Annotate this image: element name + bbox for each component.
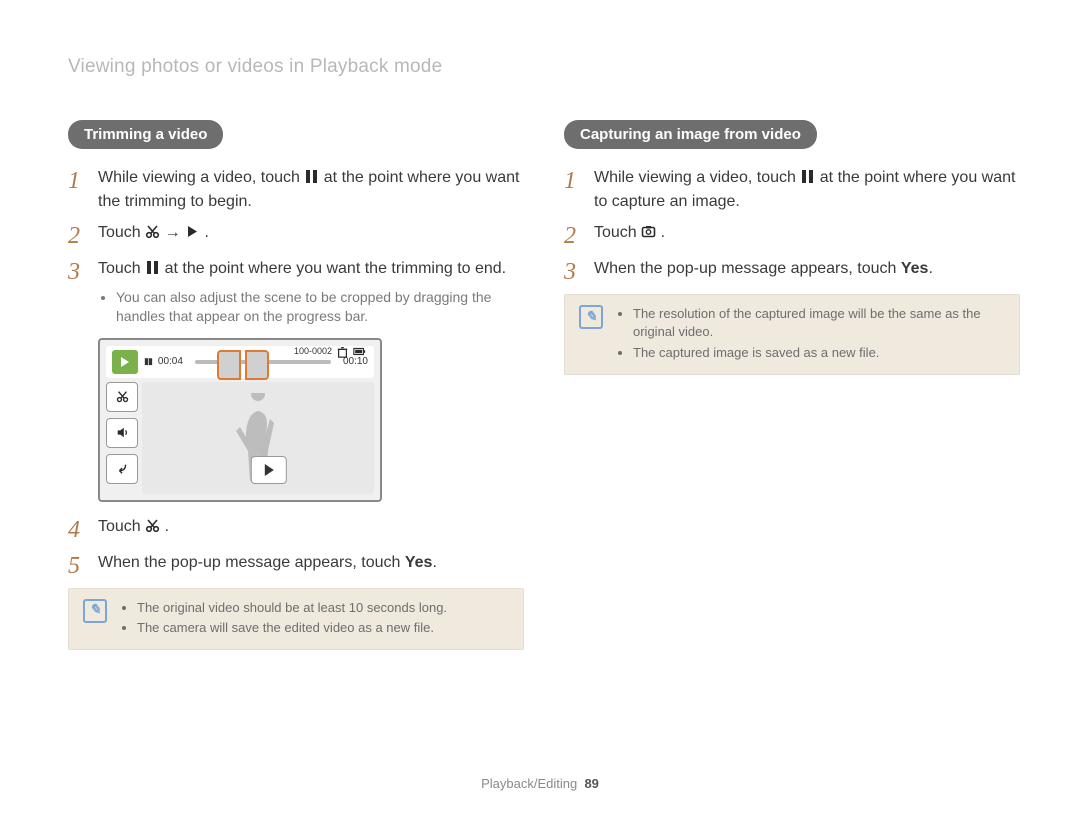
step-text: Touch at the point where you want the tr… [98,258,524,327]
scissors-icon [145,518,160,540]
play-button[interactable] [251,456,287,484]
battery-icon [353,345,366,358]
page-content: Trimming a video 1 While viewing a video… [68,120,1020,650]
step-number: 3 [564,258,582,284]
steps-trimming: 1 While viewing a video, touch at the po… [68,167,524,328]
step-2: 2 Touch → . [68,222,524,248]
step-number: 1 [564,167,582,193]
volume-button[interactable] [106,418,138,448]
page-footer: Playback/Editing 89 [0,776,1080,791]
step-4: 4 Touch . [68,516,524,542]
column-capturing: Capturing an image from video 1 While vi… [564,120,1020,650]
list-item: The camera will save the edited video as… [137,619,447,637]
step-text: Touch . [594,222,1020,246]
elapsed-time: 00:04 [158,356,183,367]
step-number: 3 [68,258,86,284]
steps-trimming-continued: 4 Touch . 5 When the pop-up message appe… [68,516,524,578]
play-icon [185,224,200,246]
step-5: 5 When the pop-up message appears, touch… [68,552,524,578]
step-1: 1 While viewing a video, touch at the po… [68,167,524,212]
file-index: 100-0002 [294,346,332,356]
step-text: While viewing a video, touch at the poin… [594,167,1020,212]
capture-frame-icon [641,224,656,246]
footer-section: Playback/Editing [481,776,577,791]
note-box-capturing: ✎ The resolution of the captured image w… [564,294,1020,375]
back-button[interactable] [106,454,138,484]
page-breadcrumb: Viewing photos or videos in Playback mod… [68,56,442,78]
trim-handle-end[interactable] [245,350,269,380]
screenshot-status-area: 100-0002 [294,345,366,358]
video-trim-screenshot: ▮▮ 00:04 00:10 100-0002 [98,338,382,502]
step-3: 3 Touch at the point where you want the … [68,258,524,327]
list-item: The original video should be at least 10… [137,599,447,617]
pause-icon [800,169,815,191]
steps-capturing: 1 While viewing a video, touch at the po… [564,167,1020,284]
pause-icon [304,169,319,191]
section-title-capturing: Capturing an image from video [564,120,817,149]
note-box-trimming: ✎ The original video should be at least … [68,588,524,650]
note-icon: ✎ [83,599,107,623]
footer-page-number: 89 [584,776,598,791]
column-trimming: Trimming a video 1 While viewing a video… [68,120,524,650]
scissors-button[interactable] [106,382,138,412]
step-text: When the pop-up message appears, touch Y… [98,552,524,574]
total-time: 00:10 [343,356,368,367]
step-text: Touch → . [98,222,524,246]
list-item: You can also adjust the scene to be crop… [116,288,524,326]
step-text: When the pop-up message appears, touch Y… [594,258,1020,280]
step-1: 1 While viewing a video, touch at the po… [564,167,1020,212]
step-2: 2 Touch . [564,222,1020,248]
trash-icon [336,345,349,358]
note-list: The resolution of the captured image wil… [633,305,1005,364]
screenshot-video-area [142,382,374,494]
section-title-trimming: Trimming a video [68,120,223,149]
list-item: The captured image is saved as a new fil… [633,344,1005,362]
step-number: 2 [68,222,86,248]
video-thumbnail [112,350,138,374]
step-3-sub-bullets: You can also adjust the scene to be crop… [116,288,524,326]
screenshot-topbar: ▮▮ 00:04 00:10 100-0002 [106,346,374,378]
note-icon: ✎ [579,305,603,329]
step-number: 1 [68,167,86,193]
step-number: 5 [68,552,86,578]
list-item: The resolution of the captured image wil… [633,305,1005,341]
pause-icon [145,260,160,282]
note-list: The original video should be at least 10… [137,599,447,639]
step-text: While viewing a video, touch at the poin… [98,167,524,212]
screenshot-side-buttons [106,382,136,484]
trim-progress-bar[interactable] [195,360,331,364]
trim-handle-start[interactable] [217,350,241,380]
step-number: 2 [564,222,582,248]
step-text: Touch . [98,516,524,540]
step-3: 3 When the pop-up message appears, touch… [564,258,1020,284]
step-number: 4 [68,516,86,542]
pause-icon: ▮▮ [144,356,152,367]
scissors-icon [145,224,160,246]
